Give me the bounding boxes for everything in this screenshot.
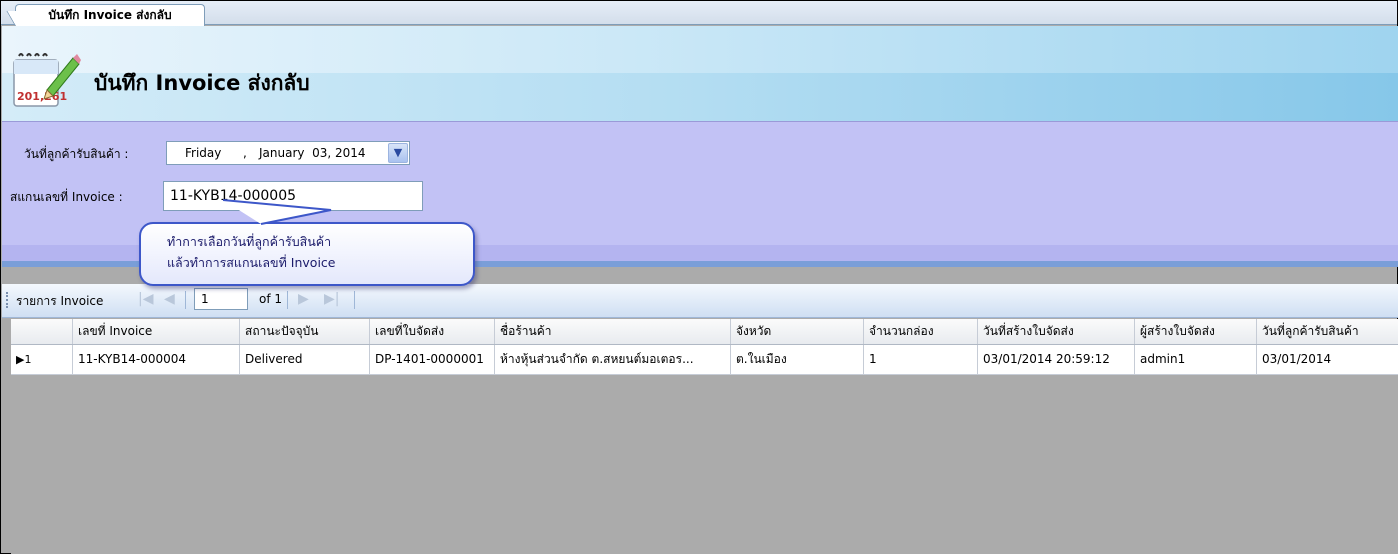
navigator-separator bbox=[185, 291, 186, 309]
column-header-box-count[interactable]: จำนวนกล่อง bbox=[864, 319, 978, 344]
navigator-position-input[interactable]: 1 bbox=[194, 288, 248, 310]
column-header-delivery-creator[interactable]: ผู้สร้างใบจัดส่ง bbox=[1135, 319, 1257, 344]
column-header-status[interactable]: สถานะปัจจุบัน bbox=[240, 319, 370, 344]
tooltip-tail bbox=[222, 199, 332, 225]
navigator-count: of 1 bbox=[259, 292, 283, 306]
cell-customer-receive-date[interactable]: 03/01/2014 bbox=[1257, 345, 1398, 374]
column-header-row-selector bbox=[11, 319, 73, 344]
column-header-delivery-no[interactable]: เลขที่ใบจัดส่ง bbox=[370, 319, 495, 344]
page-title: บันทึก Invoice ส่งกลับ bbox=[94, 71, 310, 95]
date-separator: , bbox=[243, 146, 247, 160]
calendar-pencil-icon: 201,261 bbox=[13, 53, 81, 107]
window-frame: บันทึก Invoice ส่งกลับ 201,261 บันทึก In… bbox=[0, 0, 1398, 554]
table-row[interactable]: ▶1 11-KYB14-000004 Delivered DP-1401-000… bbox=[11, 345, 1398, 375]
date-month-day: January 03, 2014 bbox=[259, 146, 366, 160]
grid-empty-area bbox=[11, 375, 1398, 554]
invoice-grid: เลขที่ Invoice สถานะปัจจุบัน เลขที่ใบจัด… bbox=[11, 319, 1398, 375]
tooltip-line-1: ทำการเลือกวันที่ลูกค้ารับสินค้า bbox=[167, 234, 332, 249]
cell-delivery-no[interactable]: DP-1401-0000001 bbox=[370, 345, 495, 374]
cell-status[interactable]: Delivered bbox=[240, 345, 370, 374]
move-next-icon[interactable]: ▶ bbox=[298, 291, 309, 307]
cell-box-count[interactable]: 1 bbox=[864, 345, 978, 374]
column-header-shop-name[interactable]: ชื่อร้านค้า bbox=[495, 319, 731, 344]
receive-date-picker[interactable]: Friday , January 03, 2014 ▼ bbox=[166, 141, 410, 165]
tooltip-balloon: ทำการเลือกวันที่ลูกค้ารับสินค้า แล้วทำกา… bbox=[139, 222, 475, 286]
receive-date-label: วันที่ลูกค้ารับสินค้า : bbox=[24, 147, 129, 161]
date-weekday: Friday bbox=[185, 146, 222, 160]
binding-navigator: รายการ Invoice |◀ ◀ 1 of 1 ▶ ▶| bbox=[2, 284, 1398, 318]
cell-delivery-creator[interactable]: admin1 bbox=[1135, 345, 1257, 374]
navigator-separator bbox=[354, 291, 355, 309]
cell-invoice-no[interactable]: 11-KYB14-000004 bbox=[73, 345, 240, 374]
tab-save-invoice-return[interactable]: บันทึก Invoice ส่งกลับ bbox=[6, 4, 205, 29]
column-header-delivery-created-date[interactable]: วันที่สร้างใบจัดส่ง bbox=[978, 319, 1135, 344]
column-header-customer-receive-date[interactable]: วันที่ลูกค้ารับสินค้า bbox=[1257, 319, 1398, 344]
invoice-scan-label: สแกนเลขที่ Invoice : bbox=[10, 190, 123, 204]
tab-strip: บันทึก Invoice ส่งกลับ bbox=[1, 1, 1397, 29]
cell-province[interactable]: ต.ในเมือง bbox=[731, 345, 864, 374]
cell-shop-name[interactable]: ห้างหุ้นส่วนจำกัด ต.สหยนต์มอเตอร... bbox=[495, 345, 731, 374]
page-header: 201,261 บันทึก Invoice ส่งกลับ bbox=[2, 26, 1398, 121]
tooltip-line-2: แล้วทำการสแกนเลขที่ Invoice bbox=[167, 255, 336, 270]
column-header-invoice-no[interactable]: เลขที่ Invoice bbox=[73, 319, 240, 344]
toolbar-grip[interactable] bbox=[6, 292, 9, 308]
column-header-province[interactable]: จังหวัด bbox=[731, 319, 864, 344]
move-previous-icon[interactable]: ◀ bbox=[164, 291, 175, 307]
row-selector[interactable]: ▶1 bbox=[11, 345, 73, 374]
icon-number: 201,261 bbox=[17, 90, 67, 103]
cell-delivery-created-date[interactable]: 03/01/2014 20:59:12 bbox=[978, 345, 1135, 374]
grid-header: เลขที่ Invoice สถานะปัจจุบัน เลขที่ใบจัด… bbox=[11, 319, 1398, 345]
move-last-icon[interactable]: ▶| bbox=[324, 291, 339, 307]
navigator-label: รายการ Invoice bbox=[16, 294, 104, 308]
move-first-icon[interactable]: |◀ bbox=[138, 291, 153, 307]
navigator-separator bbox=[287, 291, 288, 309]
chevron-down-icon[interactable]: ▼ bbox=[388, 143, 408, 163]
